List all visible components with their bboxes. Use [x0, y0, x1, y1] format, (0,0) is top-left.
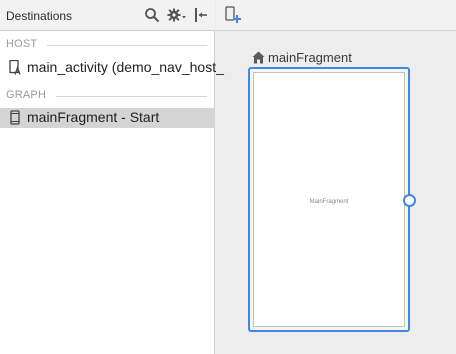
destination-node[interactable]: MainFragment: [248, 67, 410, 332]
list-item-main-fragment[interactable]: mainFragment - Start: [0, 108, 215, 128]
destinations-header: Destinations: [0, 0, 215, 31]
fragment-icon: [10, 110, 20, 125]
section-header-graph: GRAPH: [6, 89, 47, 101]
list-item-host-activity[interactable]: main_activity (demo_nav_host_: [0, 58, 224, 78]
home-icon: [252, 51, 265, 64]
action-handle[interactable]: [403, 194, 416, 207]
collapse-panel-icon[interactable]: [194, 7, 208, 23]
destination-preview: MainFragment: [253, 72, 405, 327]
destination-title: mainFragment: [268, 50, 352, 65]
section-divider: [47, 45, 207, 46]
list-item-label: main_activity (demo_nav_host_: [27, 59, 224, 75]
new-destination-icon[interactable]: [225, 6, 241, 24]
section-header-host: HOST: [6, 38, 38, 50]
section-divider: [56, 96, 207, 97]
graph-toolbar: [216, 0, 456, 31]
list-item-label: mainFragment - Start: [27, 109, 160, 125]
search-icon[interactable]: [144, 7, 160, 23]
gear-icon[interactable]: [167, 7, 187, 23]
destination-preview-label: MainFragment: [309, 199, 349, 205]
panel-title: Destinations: [6, 9, 73, 23]
destinations-panel: Destinations HOST main_activity (demo_na…: [0, 0, 224, 354]
activity-icon: [9, 60, 21, 75]
